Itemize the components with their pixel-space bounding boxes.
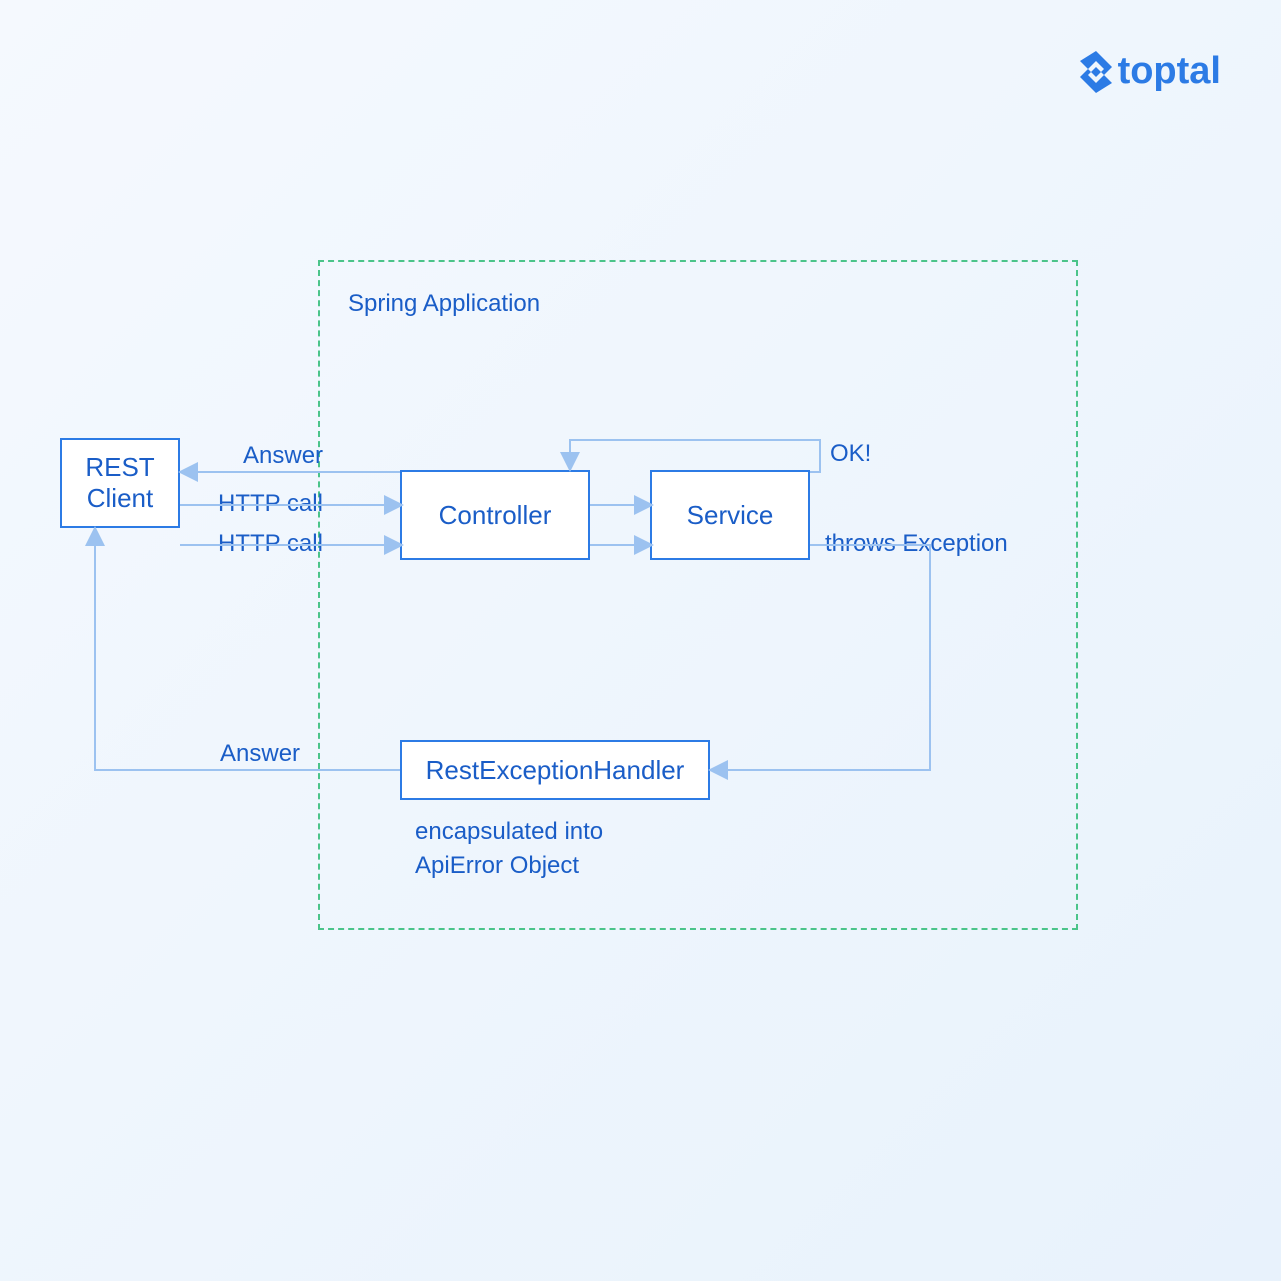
toptal-logo: toptal (1080, 50, 1221, 93)
service-box: Service (650, 470, 810, 560)
throws-exception-label: throws Exception (825, 530, 1008, 558)
rest-client-box: REST Client (60, 438, 180, 528)
spring-application-label: Spring Application (348, 290, 540, 318)
exception-handler-box: RestExceptionHandler (400, 740, 710, 800)
answer-bottom-label: Answer (220, 740, 300, 768)
ok-label: OK! (830, 440, 871, 468)
encapsulated-label: encapsulated into ApiError Object (415, 815, 603, 882)
http-call-2-label: HTTP call (218, 530, 323, 558)
http-call-1-label: HTTP call (218, 490, 323, 518)
controller-box: Controller (400, 470, 590, 560)
toptal-logo-icon (1080, 51, 1112, 93)
answer-top-label: Answer (243, 442, 323, 470)
toptal-logo-text: toptal (1118, 50, 1221, 93)
